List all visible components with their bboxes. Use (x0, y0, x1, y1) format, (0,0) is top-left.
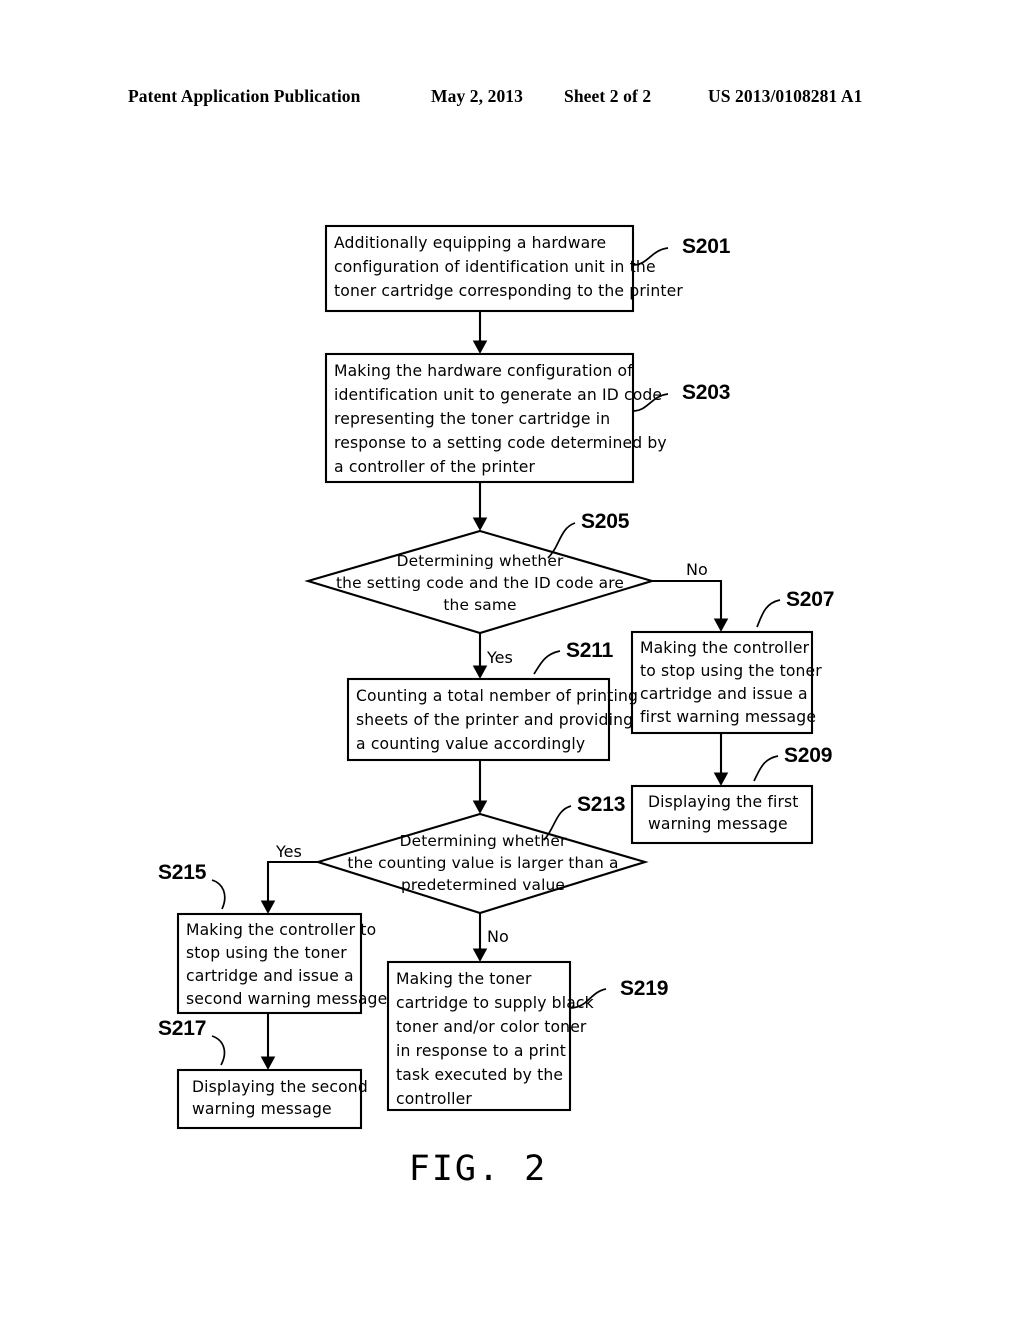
step-label-s219: S219 (620, 977, 668, 1000)
step-label-s209: S209 (784, 744, 832, 767)
branch-label-s205-no: No (686, 560, 708, 579)
flow-node-s205[interactable]: Determining whether the setting code and… (304, 529, 656, 635)
step-label-s213: S213 (577, 793, 625, 816)
flow-node-s207-line-3: first warning message (640, 708, 816, 726)
flow-node-s201[interactable]: Additionally equipping a hardware config… (324, 224, 683, 313)
flow-node-s207-line-1: to stop using the toner (640, 662, 822, 680)
leader-s209 (753, 755, 779, 782)
flow-node-s203-line-0: Making the hardware configuration of (334, 362, 633, 380)
branch-label-s205-yes: Yes (486, 648, 513, 667)
flowchart-figure: No Yes Yes No Additionally equipping a h… (0, 0, 1024, 1320)
flow-node-s213[interactable]: Determining whether the counting value i… (314, 812, 649, 915)
step-label-s211: S211 (566, 639, 614, 662)
step-label-s215: S215 (158, 861, 207, 884)
flow-node-s205-line-2: the same (443, 596, 516, 614)
flow-node-s219-line-2: toner and/or color toner (396, 1018, 587, 1036)
leader-s207 (756, 599, 781, 628)
edge-s213-s215 (260, 860, 318, 914)
figure-caption: FIG. 2 (409, 1149, 547, 1189)
flow-node-s207-line-2: cartridge and issue a (640, 685, 808, 703)
branch-label-s213-no: No (487, 927, 509, 946)
step-label-s207: S207 (786, 588, 834, 611)
flow-node-s219-line-5: controller (396, 1090, 472, 1108)
flow-node-s205-line-1: the setting code and the ID code are (336, 574, 624, 592)
flow-node-s217-line-0: Displaying the second (192, 1078, 368, 1096)
flow-node-s211[interactable]: Counting a total nember of printing shee… (346, 677, 638, 762)
leader-s217 (211, 1035, 226, 1066)
flow-node-s207[interactable]: Making the controller to stop using the … (630, 630, 822, 735)
flow-node-s219[interactable]: Making the toner cartridge to supply bla… (386, 960, 594, 1112)
flow-node-s219-line-1: cartridge to supply black (396, 994, 594, 1012)
flow-node-s217-line-1: warning message (192, 1100, 332, 1118)
step-label-s205: S205 (581, 510, 630, 533)
flow-node-s203-line-4: a controller of the printer (334, 458, 536, 476)
flow-node-s201-line-2: toner cartridge corresponding to the pri… (334, 282, 683, 300)
flow-node-s215[interactable]: Making the controller to stop using the … (176, 912, 387, 1015)
step-label-s217: S217 (158, 1017, 206, 1040)
flow-node-s211-line-2: a counting value accordingly (356, 735, 585, 753)
flow-node-s203[interactable]: Making the hardware configuration of ide… (324, 352, 667, 484)
flow-node-s213-line-1: the counting value is larger than a (347, 854, 618, 872)
flow-node-s217[interactable]: Displaying the second warning message (176, 1068, 368, 1130)
branch-label-s213-yes: Yes (275, 842, 302, 861)
flow-node-s213-line-0: Determining whether (400, 832, 567, 850)
flow-node-s219-line-3: in response to a print (396, 1042, 566, 1060)
flow-node-s215-line-2: cartridge and issue a (186, 967, 354, 985)
flow-node-s215-line-0: Making the controller to (186, 921, 376, 939)
leader-s211 (533, 650, 561, 675)
flow-node-s201-line-1: configuration of identification unit in … (334, 258, 656, 276)
flowchart-svg: No Yes Yes No Additionally equipping a h… (158, 224, 834, 1189)
edge-s205-s207 (652, 579, 729, 632)
flow-node-s215-line-3: second warning message (186, 990, 387, 1008)
flow-node-s207-line-0: Making the controller (640, 639, 810, 657)
flow-node-s213-line-2: predetermined value (401, 876, 565, 894)
patent-page: Patent Application Publication May 2, 20… (0, 0, 1024, 1320)
step-label-s201: S201 (682, 235, 731, 258)
flow-node-s205-line-0: Determining whether (397, 552, 564, 570)
flow-node-s209[interactable]: Displaying the first warning message (630, 784, 814, 845)
flow-node-s203-line-2: representing the toner cartridge in (334, 410, 610, 428)
flow-node-s219-line-4: task executed by the (396, 1066, 563, 1084)
flow-node-s201-line-0: Additionally equipping a hardware (334, 234, 606, 252)
flow-node-s215-line-1: stop using the toner (186, 944, 347, 962)
leader-s215 (211, 879, 226, 910)
flow-node-s203-line-3: response to a setting code determined by (334, 434, 667, 452)
flow-node-s211-line-0: Counting a total nember of printing (356, 687, 638, 705)
flow-node-s203-line-1: identification unit to generate an ID co… (334, 386, 662, 404)
flow-node-s211-line-1: sheets of the printer and providing (356, 711, 633, 729)
flow-node-s209-line-0: Displaying the first (648, 793, 799, 811)
flow-node-s219-line-0: Making the toner (396, 970, 532, 988)
step-label-s203: S203 (682, 381, 730, 404)
flow-node-s209-line-1: warning message (648, 815, 788, 833)
